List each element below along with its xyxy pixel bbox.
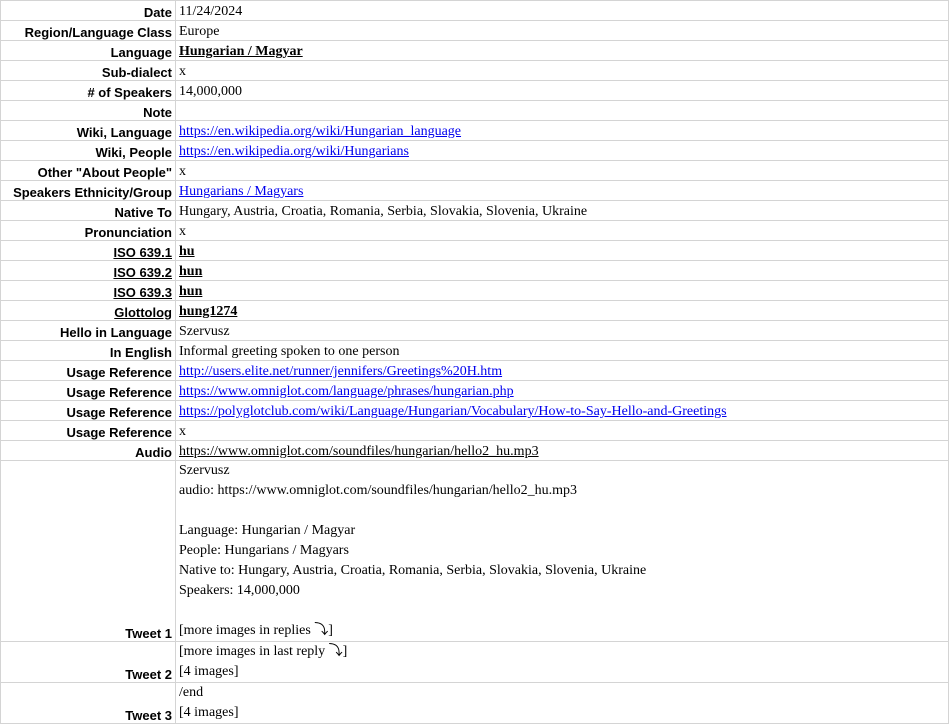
hello-label: Hello in Language bbox=[0, 320, 176, 341]
row-speakers: # of Speakers 14,000,000 bbox=[0, 80, 949, 101]
subdialect-value[interactable]: x bbox=[175, 60, 949, 81]
row-english: In English Informal greeting spoken to o… bbox=[0, 340, 949, 361]
native-to-value[interactable]: Hungary, Austria, Croatia, Romania, Serb… bbox=[175, 200, 949, 221]
usage-1-label: Usage Reference bbox=[0, 360, 176, 381]
row-date: Date 11/24/2024 bbox=[0, 0, 949, 21]
tweet-1-line: Szervusz bbox=[179, 463, 230, 478]
iso2-label[interactable]: ISO 639.2 bbox=[0, 260, 176, 281]
row-native-to: Native To Hungary, Austria, Croatia, Rom… bbox=[0, 200, 949, 221]
tweet-1-line: audio: https://www.omniglot.com/soundfil… bbox=[179, 483, 578, 498]
tweet-1-label: Tweet 1 bbox=[0, 460, 176, 642]
audio-label: Audio bbox=[0, 440, 176, 461]
wiki-language-label: Wiki, Language bbox=[0, 120, 176, 141]
english-label: In English bbox=[0, 340, 176, 361]
tweet-1-line bbox=[179, 501, 945, 521]
row-wiki-language: Wiki, Language https://en.wikipedia.org/… bbox=[0, 120, 949, 141]
usage-2-label: Usage Reference bbox=[0, 380, 176, 401]
speakers-value[interactable]: 14,000,000 bbox=[175, 80, 949, 101]
row-audio: Audio https://www.omniglot.com/soundfile… bbox=[0, 440, 949, 461]
row-hello: Hello in Language Szervusz bbox=[0, 320, 949, 341]
row-usage-3: Usage Reference https://polyglotclub.com… bbox=[0, 400, 949, 421]
language-label: Language bbox=[0, 40, 176, 61]
tweet-2-label: Tweet 2 bbox=[0, 641, 176, 683]
note-value[interactable] bbox=[175, 100, 949, 121]
hello-value[interactable]: Szervusz bbox=[175, 320, 949, 341]
tweet-2-line: [more images in last reply ⤵︎] bbox=[179, 644, 348, 659]
usage-2-link[interactable]: https://www.omniglot.com/language/phrase… bbox=[179, 384, 514, 399]
row-other-about: Other "About People" x bbox=[0, 160, 949, 181]
row-note: Note bbox=[0, 100, 949, 121]
tweet-3-value[interactable]: /end [4 images] bbox=[175, 682, 949, 724]
subdialect-label: Sub-dialect bbox=[0, 60, 176, 81]
tweet-3-line: [4 images] bbox=[179, 705, 239, 720]
tweet-3-line: /end bbox=[179, 685, 204, 700]
glottolog-value[interactable]: hung1274 bbox=[175, 300, 949, 321]
row-tweet-2: Tweet 2 [more images in last reply ⤵︎] [… bbox=[0, 641, 949, 683]
tweet-1-line bbox=[179, 601, 945, 621]
tweet-1-value[interactable]: Szervusz audio: https://www.omniglot.com… bbox=[175, 460, 949, 642]
iso3-label[interactable]: ISO 639.3 bbox=[0, 280, 176, 301]
iso3-value[interactable]: hun bbox=[175, 280, 949, 301]
date-label: Date bbox=[0, 0, 176, 21]
language-value[interactable]: Hungarian / Magyar bbox=[175, 40, 949, 61]
date-value[interactable]: 11/24/2024 bbox=[175, 0, 949, 21]
ethnicity-link[interactable]: Hungarians / Magyars bbox=[179, 184, 303, 199]
region-label: Region/Language Class bbox=[0, 20, 176, 41]
tweet-1-line: Speakers: 14,000,000 bbox=[179, 583, 300, 598]
glottolog-label[interactable]: Glottolog bbox=[0, 300, 176, 321]
tweet-1-line: Native to: Hungary, Austria, Croatia, Ro… bbox=[179, 563, 647, 578]
row-tweet-1: Tweet 1 Szervusz audio: https://www.omni… bbox=[0, 460, 949, 642]
row-subdialect: Sub-dialect x bbox=[0, 60, 949, 81]
row-iso2: ISO 639.2 hun bbox=[0, 260, 949, 281]
row-iso3: ISO 639.3 hun bbox=[0, 280, 949, 301]
language-sheet: Date 11/24/2024 Region/Language Class Eu… bbox=[0, 0, 949, 724]
ethnicity-label: Speakers Ethnicity/Group bbox=[0, 180, 176, 201]
iso1-value[interactable]: hu bbox=[175, 240, 949, 261]
row-iso1: ISO 639.1 hu bbox=[0, 240, 949, 261]
row-region: Region/Language Class Europe bbox=[0, 20, 949, 41]
wiki-people-label: Wiki, People bbox=[0, 140, 176, 161]
tweet-1-line: [more images in replies ⤵︎] bbox=[179, 623, 333, 638]
usage-1-link[interactable]: http://users.elite.net/runner/jennifers/… bbox=[179, 364, 502, 379]
row-language: Language Hungarian / Magyar bbox=[0, 40, 949, 61]
tweet-1-line: People: Hungarians / Magyars bbox=[179, 543, 349, 558]
region-value[interactable]: Europe bbox=[175, 20, 949, 41]
tweet-2-line: [4 images] bbox=[179, 664, 239, 679]
wiki-language-link[interactable]: https://en.wikipedia.org/wiki/Hungarian_… bbox=[179, 124, 461, 139]
row-wiki-people: Wiki, People https://en.wikipedia.org/wi… bbox=[0, 140, 949, 161]
tweet-2-value[interactable]: [more images in last reply ⤵︎] [4 images… bbox=[175, 641, 949, 683]
usage-4-value[interactable]: x bbox=[175, 420, 949, 441]
english-value[interactable]: Informal greeting spoken to one person bbox=[175, 340, 949, 361]
usage-3-label: Usage Reference bbox=[0, 400, 176, 421]
note-label: Note bbox=[0, 100, 176, 121]
other-about-value[interactable]: x bbox=[175, 160, 949, 181]
row-glottolog: Glottolog hung1274 bbox=[0, 300, 949, 321]
row-ethnicity: Speakers Ethnicity/Group Hungarians / Ma… bbox=[0, 180, 949, 201]
row-tweet-3: Tweet 3 /end [4 images] bbox=[0, 682, 949, 724]
row-usage-2: Usage Reference https://www.omniglot.com… bbox=[0, 380, 949, 401]
iso1-label[interactable]: ISO 639.1 bbox=[0, 240, 176, 261]
other-about-label: Other "About People" bbox=[0, 160, 176, 181]
usage-4-label: Usage Reference bbox=[0, 420, 176, 441]
row-pronunciation: Pronunciation x bbox=[0, 220, 949, 241]
speakers-label: # of Speakers bbox=[0, 80, 176, 101]
audio-link[interactable]: https://www.omniglot.com/soundfiles/hung… bbox=[175, 440, 949, 461]
row-usage-1: Usage Reference http://users.elite.net/r… bbox=[0, 360, 949, 381]
usage-3-link[interactable]: https://polyglotclub.com/wiki/Language/H… bbox=[179, 404, 727, 419]
row-usage-4: Usage Reference x bbox=[0, 420, 949, 441]
tweet-1-line: Language: Hungarian / Magyar bbox=[179, 523, 356, 538]
iso2-value[interactable]: hun bbox=[175, 260, 949, 281]
pronunciation-value[interactable]: x bbox=[175, 220, 949, 241]
wiki-people-link[interactable]: https://en.wikipedia.org/wiki/Hungarians bbox=[179, 144, 409, 159]
tweet-3-label: Tweet 3 bbox=[0, 682, 176, 724]
pronunciation-label: Pronunciation bbox=[0, 220, 176, 241]
native-to-label: Native To bbox=[0, 200, 176, 221]
